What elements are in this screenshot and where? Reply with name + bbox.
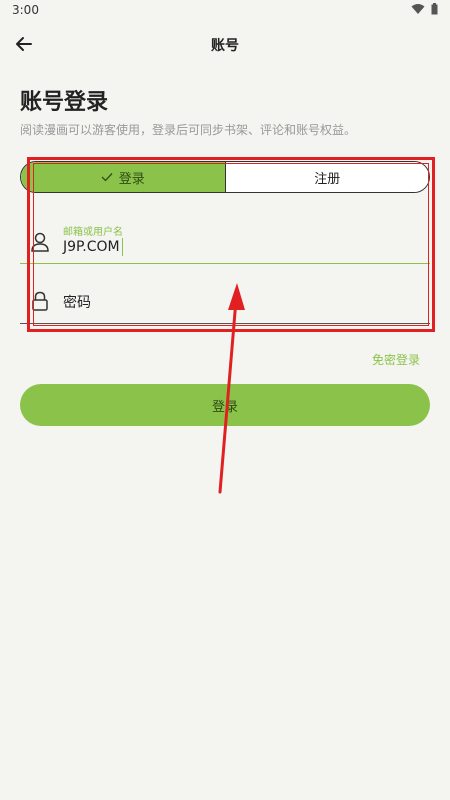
battery-icon xyxy=(431,3,438,15)
annotation-highlight-box xyxy=(27,157,435,332)
passwordless-login-link[interactable]: 免密登录 xyxy=(372,351,420,368)
login-button[interactable]: 登录 xyxy=(20,384,430,426)
app-bar: 账号 xyxy=(0,22,450,66)
wifi-icon xyxy=(411,4,425,14)
appbar-title: 账号 xyxy=(211,38,239,54)
page-title: 账号登录 xyxy=(20,90,109,115)
status-icons xyxy=(411,3,438,15)
status-bar: 3:00 xyxy=(0,0,450,22)
login-button-label: 登录 xyxy=(211,399,238,415)
page-subtitle: 阅读漫画可以游客使用，登录后可同步书架、评论和账号权益。 xyxy=(20,123,357,137)
status-time: 3:00 xyxy=(12,3,39,17)
